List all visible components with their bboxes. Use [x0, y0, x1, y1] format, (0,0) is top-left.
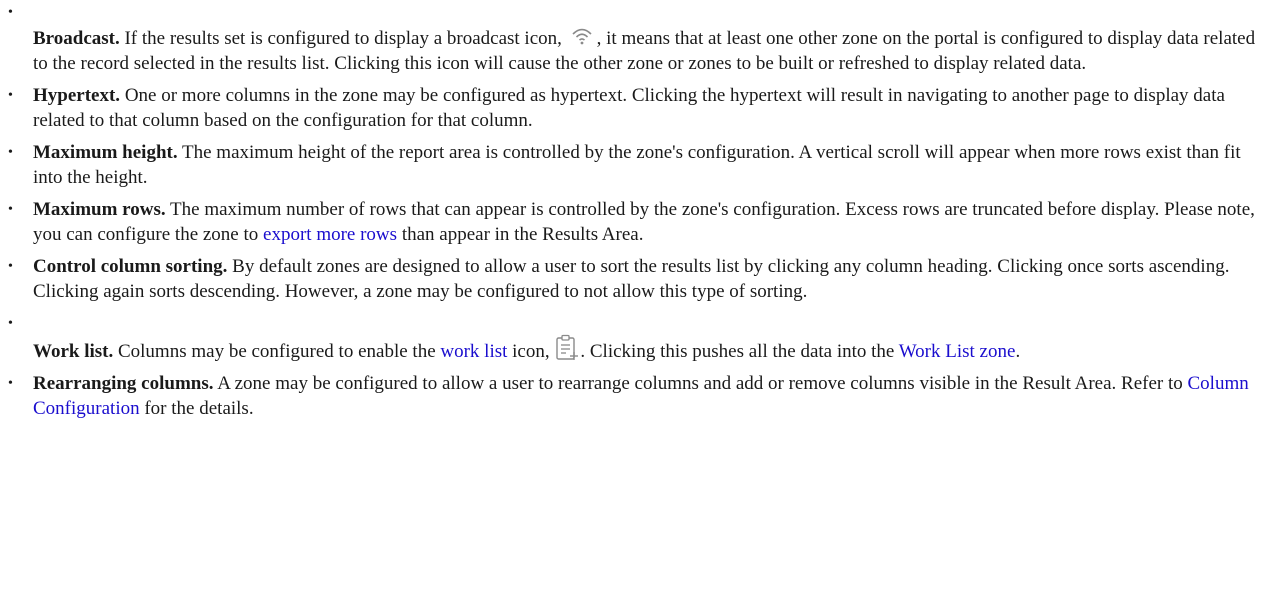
hypertext-text: One or more columns in the zone may be c… [33, 85, 1225, 131]
term-maximum-rows: Maximum rows. [33, 199, 166, 220]
work-list-link[interactable]: work list [440, 341, 507, 362]
list-item-broadcast: • Broadcast. If the results set is confi… [0, 0, 1282, 76]
work-list-zone-link[interactable]: Work List zone [899, 341, 1016, 362]
work-list-text-middle: icon, [507, 341, 555, 362]
rearranging-columns-text-before: A zone may be configured to allow a user… [213, 373, 1188, 394]
term-hypertext: Hypertext. [33, 85, 121, 106]
work-list-icon[interactable] [554, 333, 580, 363]
term-maximum-height: Maximum height. [33, 142, 178, 163]
list-item-hypertext: • Hypertext. One or more columns in the … [0, 83, 1282, 133]
list-item-maximum-rows: • Maximum rows. The maximum number of ro… [0, 197, 1282, 247]
list-item-work-list: • Work list. Columns may be configured t… [0, 311, 1282, 364]
term-rearranging-columns: Rearranging columns. [33, 373, 214, 394]
work-list-text-before: Columns may be configured to enable the [113, 341, 441, 362]
list-item-maximum-height: • Maximum height. The maximum height of … [0, 140, 1282, 190]
bullet: • [8, 202, 13, 217]
term-work-list: Work list. [33, 341, 114, 362]
term-broadcast: Broadcast. [33, 28, 120, 49]
term-control-column-sorting: Control column sorting. [33, 256, 228, 277]
feature-bullet-list: • Broadcast. If the results set is confi… [0, 0, 1282, 421]
bullet: • [8, 376, 13, 391]
work-list-text-after: . Clicking this pushes all the data into… [580, 341, 899, 362]
maximum-rows-text-after: than appear in the Results Area. [397, 224, 644, 245]
maximum-height-text: The maximum height of the report area is… [33, 142, 1241, 188]
export-more-rows-link[interactable]: export more rows [263, 224, 397, 245]
maximum-rows-text-before: The maximum number of rows that can appe… [33, 199, 1255, 245]
bullet: • [8, 145, 13, 160]
list-item-control-column-sorting: • Control column sorting. By default zon… [0, 254, 1282, 304]
bullet: • [8, 5, 13, 20]
work-list-text-end: . [1015, 341, 1021, 362]
document-page: • Broadcast. If the results set is confi… [0, 0, 1282, 609]
rearranging-columns-text-after: for the details. [139, 398, 254, 419]
list-item-rearranging-columns: • Rearranging columns. A zone may be con… [0, 371, 1282, 421]
broadcast-text-before: If the results set is configured to disp… [119, 28, 567, 49]
bullet: • [8, 259, 13, 274]
bullet: • [8, 316, 13, 331]
bullet: • [8, 88, 13, 103]
broadcast-icon[interactable] [567, 22, 597, 50]
